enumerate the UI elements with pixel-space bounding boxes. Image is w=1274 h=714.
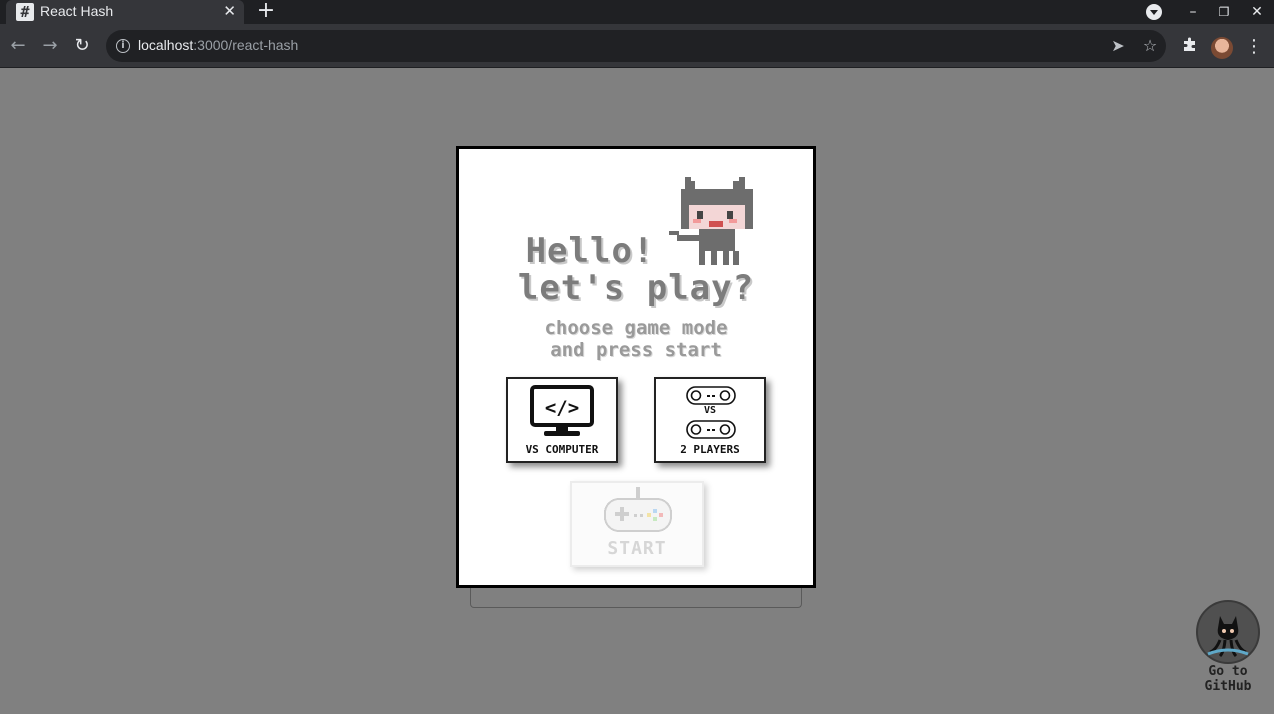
instruction-line-1: choose game mode: [544, 317, 728, 339]
browser-toolbar: ← → ↻ i localhost:3000/react-hash ➤ ☆ ⋮: [0, 24, 1274, 68]
window-close-icon[interactable]: ✕: [1244, 0, 1270, 24]
minimize-icon[interactable]: –: [1180, 0, 1206, 24]
url-text[interactable]: localhost:3000/react-hash: [138, 37, 298, 53]
github-line-2: GitHub: [1204, 679, 1252, 694]
github-octocat-icon: [1196, 600, 1260, 664]
user-avatar[interactable]: [1211, 37, 1233, 59]
vs-text: VS: [703, 405, 717, 416]
back-arrow-icon[interactable]: ←: [6, 34, 30, 58]
browser-menu-icon[interactable]: ⋮: [1243, 36, 1265, 58]
restore-icon[interactable]: ❐: [1211, 0, 1237, 24]
new-tab-button[interactable]: +: [256, 0, 276, 24]
gamepad-icon: [604, 487, 672, 532]
heading-hello: Hello!: [525, 231, 655, 271]
two-players-label: 2 PLAYERS: [680, 443, 740, 456]
forward-arrow-icon[interactable]: →: [38, 34, 62, 58]
send-tab-icon[interactable]: ➤: [1108, 36, 1128, 56]
profile-menu-icon[interactable]: [1146, 4, 1162, 20]
github-link-text: Go to GitHub: [1192, 664, 1264, 694]
instruction-line-2: and press start: [550, 339, 722, 361]
two-players-button[interactable]: VS 2 PLAYERS: [654, 377, 766, 463]
reload-icon[interactable]: ↻: [70, 34, 94, 58]
tab-close-icon[interactable]: ✕: [223, 2, 236, 20]
monitor-code-icon: </>: [530, 385, 594, 436]
tab-title: React Hash: [40, 3, 114, 19]
svg-text:</>: </>: [545, 397, 579, 419]
vs-computer-label: VS COMPUTER: [525, 443, 599, 456]
heading-lets-play: let's play?: [517, 268, 755, 308]
extensions-puzzle-icon[interactable]: [1179, 36, 1201, 58]
browser-tab[interactable]: # React Hash ✕: [6, 0, 244, 24]
bookmark-star-icon[interactable]: ☆: [1140, 36, 1160, 56]
start-label: START: [607, 538, 667, 559]
github-line-1: Go to: [1208, 664, 1248, 679]
go-to-github-link[interactable]: Go to GitHub: [1192, 600, 1264, 700]
hash-favicon-icon: #: [16, 3, 34, 21]
site-info-icon[interactable]: i: [116, 39, 130, 53]
game-menu-card: Hello! let's play? choose game mode and …: [456, 146, 816, 588]
start-button[interactable]: START: [570, 481, 704, 567]
vs-computer-button[interactable]: </> VS COMPUTER: [506, 377, 618, 463]
card-underlay: [470, 586, 802, 608]
address-bar[interactable]: i localhost:3000/react-hash ➤ ☆: [106, 30, 1166, 62]
browser-titlebar: # React Hash ✕ + – ❐ ✕: [0, 0, 1274, 24]
